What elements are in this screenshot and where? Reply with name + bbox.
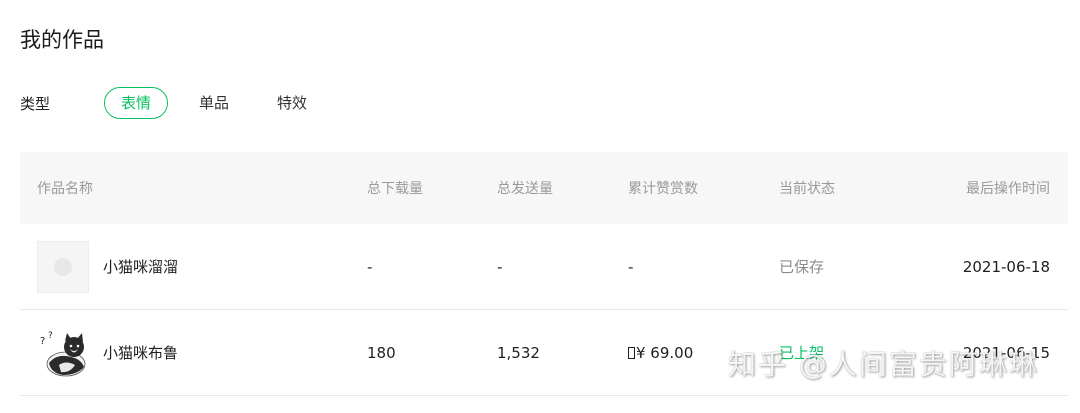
work-thumbnail[interactable]: [37, 240, 89, 293]
work-name[interactable]: 小猫咪布鲁: [103, 342, 178, 363]
works-table: 作品名称 总下载量 总发送量 累计赞赏数 当前状态 最后操作时间 小猫咪溜溜 -…: [20, 152, 1068, 396]
header-name: 作品名称: [37, 181, 93, 197]
downloads-cell: -: [367, 257, 373, 276]
work-thumbnail[interactable]: ? ?: [37, 327, 89, 379]
table-header: 作品名称 总下载量 总发送量 累计赞赏数 当前状态 最后操作时间: [20, 152, 1068, 224]
rewards-cell: ¥ 69.00: [628, 344, 779, 362]
rewards-value: ¥ 69.00: [636, 343, 694, 362]
type-filter-label: 类型: [20, 94, 51, 113]
type-filter: 类型 表情 单品 特效: [20, 86, 338, 120]
sends-cell: 1,532: [497, 343, 540, 362]
last-updated-cell: 2021-06-18: [962, 257, 1050, 276]
rewards-cell: -: [628, 257, 634, 276]
header-downloads: 总下载量: [367, 181, 423, 197]
header-rewards: 累计赞赏数: [628, 181, 698, 197]
cat-sticker-icon: ? ?: [40, 331, 86, 376]
work-name-cell: ? ? 小猫咪布鲁: [20, 327, 367, 379]
downloads-cell: 180: [367, 343, 396, 362]
header-sends: 总发送量: [497, 181, 553, 197]
svg-text:?: ?: [40, 336, 45, 347]
work-name[interactable]: 小猫咪溜溜: [103, 256, 178, 277]
status-badge: 已上架: [779, 344, 825, 362]
last-updated-cell: 2021-06-15: [962, 343, 1050, 362]
sends-cell: -: [497, 257, 503, 276]
header-status: 当前状态: [779, 181, 835, 197]
page-title: 我的作品: [20, 28, 104, 52]
tab-emoji[interactable]: 表情: [104, 87, 169, 119]
svg-text:?: ?: [48, 331, 53, 341]
work-name-cell: 小猫咪溜溜: [20, 240, 367, 293]
table-row[interactable]: ? ? 小猫咪布鲁 180 1,532 ¥ 69.00 已上架 2021-06-…: [20, 310, 1068, 396]
status-badge: 已保存: [779, 258, 825, 276]
placeholder-icon: [54, 257, 72, 276]
tab-effects[interactable]: 特效: [260, 87, 324, 119]
tab-single-item[interactable]: 单品: [182, 87, 246, 119]
table-row[interactable]: 小猫咪溜溜 - - - 已保存 2021-06-18: [20, 224, 1068, 310]
missing-glyph-icon: [628, 346, 635, 359]
header-last-updated: 最后操作时间: [966, 181, 1050, 197]
